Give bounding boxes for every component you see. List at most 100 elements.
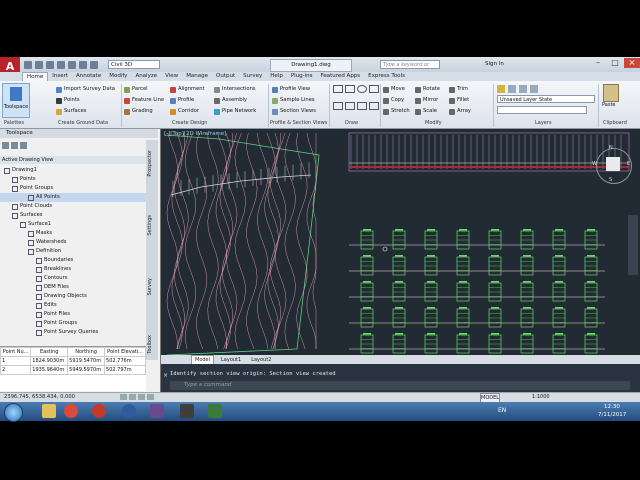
block-icon[interactable]	[369, 102, 379, 110]
grid-column-header[interactable]: Point Nu...	[0, 347, 32, 357]
ortho-icon[interactable]	[138, 394, 145, 400]
minimize-button[interactable]: –	[590, 58, 606, 68]
pipe-network-button[interactable]: Pipe Network	[214, 106, 256, 117]
array-button[interactable]: Array	[449, 106, 471, 117]
save-icon[interactable]	[46, 61, 54, 69]
undo-icon[interactable]	[79, 61, 87, 69]
hatch-icon[interactable]	[345, 102, 355, 110]
annotation-scale[interactable]: 1:1000	[532, 393, 550, 401]
language-indicator[interactable]: EN	[498, 407, 506, 414]
line-icon[interactable]	[333, 85, 343, 93]
close-icon[interactable]: ×	[163, 372, 168, 379]
autocad-icon[interactable]	[150, 404, 164, 418]
import-survey-button[interactable]: Import Survey Data	[56, 84, 115, 95]
layer-off-icon[interactable]	[508, 85, 516, 93]
section-views-button[interactable]: Section Views	[272, 106, 316, 117]
save-as-icon[interactable]	[57, 61, 65, 69]
plot-icon[interactable]	[68, 61, 76, 69]
tree-node[interactable]: All Points	[0, 193, 146, 202]
layer-properties-icon[interactable]	[497, 85, 505, 93]
parcel-button[interactable]: Parcel	[124, 84, 164, 95]
tab-analyze[interactable]: Analyze	[131, 72, 161, 81]
points-button[interactable]: Points	[56, 95, 115, 106]
tree-node[interactable]: Point Groups	[0, 319, 146, 328]
tab-output[interactable]: Output	[212, 72, 239, 81]
browser-icon[interactable]	[122, 404, 136, 418]
tab-express-tools[interactable]: Express Tools	[364, 72, 409, 81]
tab-featured-apps[interactable]: Featured Apps	[317, 72, 365, 81]
move-button[interactable]: Move	[383, 84, 410, 95]
navigation-bar[interactable]	[628, 215, 638, 275]
grid-column-header[interactable]: Northing	[67, 347, 106, 357]
tree-node[interactable]: Boundaries	[0, 256, 146, 265]
civil3d-icon[interactable]	[180, 404, 194, 418]
stretch-button[interactable]: Stretch	[383, 106, 410, 117]
open-icon[interactable]	[35, 61, 43, 69]
osnap-icon[interactable]	[147, 394, 154, 400]
grading-button[interactable]: Grading	[124, 106, 164, 117]
filter-icon[interactable]	[20, 142, 27, 149]
sign-in-link[interactable]: Sign In	[485, 60, 504, 69]
new-icon[interactable]	[24, 61, 32, 69]
trim-button[interactable]: Trim	[449, 84, 471, 95]
toolspace-button[interactable]: Toolspace	[2, 83, 30, 118]
grid-column-header[interactable]: Point Elevati...	[104, 347, 146, 357]
layer-select[interactable]	[497, 106, 587, 114]
tab-model[interactable]: Model	[191, 354, 215, 365]
drawing-canvas[interactable]	[161, 129, 640, 355]
viewcube[interactable]	[606, 157, 620, 171]
profile-button[interactable]: Profile	[170, 95, 205, 106]
tab-toolbox[interactable]: Toolbox	[147, 335, 157, 354]
redo-icon[interactable]	[90, 61, 98, 69]
chrome-icon[interactable]	[64, 404, 78, 418]
profile-view-button[interactable]: Profile View	[272, 84, 316, 95]
tree-node[interactable]: Breaklines	[0, 265, 146, 274]
tree-node[interactable]: Edits	[0, 301, 146, 310]
tab-home[interactable]: Home	[22, 71, 49, 82]
tab-layout1[interactable]: Layout1	[218, 356, 244, 364]
surfaces-button[interactable]: Surfaces	[56, 106, 115, 117]
tab-manage[interactable]: Manage	[182, 72, 212, 81]
table-row[interactable]: 1 1824.9030m 5919.5470m 502.776m	[0, 356, 146, 366]
text-icon[interactable]	[357, 102, 367, 110]
assembly-button[interactable]: Assembly	[214, 95, 256, 106]
tab-help[interactable]: Help	[266, 72, 287, 81]
feature-line-button[interactable]: Feature Line	[124, 95, 164, 106]
settings-icon[interactable]	[11, 142, 18, 149]
tab-prospector[interactable]: Prospector	[147, 150, 157, 177]
tree-node[interactable]: Drawing Objects	[0, 292, 146, 301]
alignment-button[interactable]: Alignment	[170, 84, 205, 95]
sample-lines-button[interactable]: Sample Lines	[272, 95, 316, 106]
tab-survey[interactable]: Survey	[147, 278, 157, 295]
tree-node[interactable]: Point Survey Queries	[0, 328, 146, 337]
tab-modify[interactable]: Modify	[105, 72, 131, 81]
viewport-controls[interactable]: [-][Top][2D Wireframe]	[164, 131, 226, 137]
intersections-button[interactable]: Intersections	[214, 84, 256, 95]
tree-node[interactable]: Point Files	[0, 310, 146, 319]
tree-node[interactable]: Surfaces	[0, 211, 146, 220]
rotate-button[interactable]: Rotate	[415, 84, 440, 95]
table-row[interactable]: 2 1935.9640m 5949.5970m 502.797m	[0, 365, 146, 375]
layer-lock-icon[interactable]	[530, 85, 538, 93]
snap-icon[interactable]	[120, 394, 127, 400]
start-button[interactable]	[4, 403, 23, 422]
circle-icon[interactable]	[357, 85, 367, 93]
corridor-button[interactable]: Corridor	[170, 106, 205, 117]
active-drawing-view-select[interactable]: Active Drawing View	[0, 156, 146, 164]
tree-node[interactable]: Point Clouds	[0, 202, 146, 211]
tree-node[interactable]: Point Groups	[0, 184, 146, 193]
tab-insert[interactable]: Insert	[48, 72, 72, 81]
arc-icon[interactable]	[369, 85, 379, 93]
layer-state-select[interactable]: Unsaved Layer State	[497, 95, 595, 103]
grid-icon[interactable]	[129, 394, 136, 400]
polyline-icon[interactable]	[345, 85, 355, 93]
close-button[interactable]: ×	[624, 58, 640, 68]
tab-annotate[interactable]: Annotate	[72, 72, 105, 81]
media-icon[interactable]	[92, 404, 106, 418]
tree-node[interactable]: Contours	[0, 274, 146, 283]
tree-node[interactable]: Points	[0, 175, 146, 184]
grid-column-header[interactable]: Easting	[30, 347, 69, 357]
command-input[interactable]: Type a command	[170, 381, 630, 390]
maximize-button[interactable]: □	[607, 58, 623, 68]
tab-plug-ins[interactable]: Plug-ins	[287, 72, 317, 81]
